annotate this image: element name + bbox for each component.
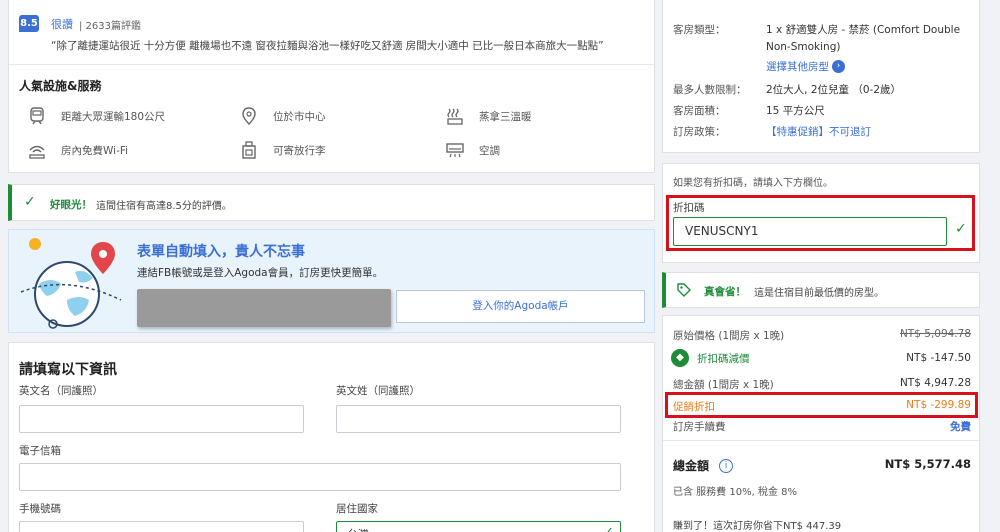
country-select[interactable]: 台灣 ✓ <box>336 521 621 532</box>
facebook-connect-button[interactable] <box>137 289 391 327</box>
globe-illustration-icon <box>20 238 122 329</box>
highlight-box <box>665 392 978 418</box>
policy-value[interactable]: 【特惠促銷】不可退訂 <box>766 124 871 139</box>
facility-label: 蒸拿三溫暖 <box>479 110 532 123</box>
review-quote: “除了離捷運站很近 十分方便 離機場也不遠 窗夜拉麵與浴池一樣好吃又舒適 房間大… <box>51 40 604 52</box>
good-eye-highlight: 好眼光！ <box>50 199 92 211</box>
best-price-banner: 真會省！ 這是住宿目前最低價的房型。 <box>662 272 980 308</box>
room-type-value: 1 x 舒適雙人房 - 禁菸 (Comfort Double Non-Smoki… <box>766 24 961 53</box>
last-name-input[interactable] <box>336 405 621 433</box>
booking-fee-label: 訂房手續費 <box>673 421 726 433</box>
max-occupancy-value: 2位大人, 2位兒童 （0-2歲） <box>766 84 902 96</box>
review-score-badge: 8.5 <box>19 15 39 32</box>
chevron-right-icon: › <box>832 60 845 73</box>
check-icon: ✓ <box>24 194 36 210</box>
other-room-link-label: 選擇其他房型 <box>766 61 829 73</box>
coupon-discount-value: NT$ -147.50 <box>906 352 971 364</box>
grand-total-value: NT$ 5,577.48 <box>884 457 971 471</box>
policy-label: 訂房政策： <box>673 126 726 138</box>
facility-label: 位於市中心 <box>273 110 326 123</box>
tag-icon: ◆ <box>671 349 689 367</box>
facility-item: 位於市中心 <box>239 106 326 126</box>
first-name-label: 英文名（同護照） <box>19 385 103 397</box>
autofill-subtitle: 連結FB帳號或是登入Agoda會員，訂房更快更簡單。 <box>137 267 384 279</box>
facility-item: 可寄放行李 <box>239 140 326 160</box>
original-price-value: NT$ 5,094.78 <box>899 328 971 340</box>
country-value: 台灣 <box>347 526 369 532</box>
form-title: 請填寫以下資訊 <box>19 362 117 378</box>
max-occupancy-label: 最多人數限制： <box>673 84 747 96</box>
booking-fee-value: 免費 <box>950 421 971 433</box>
facility-label: 可寄放行李 <box>273 144 326 157</box>
transit-icon <box>30 107 44 125</box>
subtotal-label: 總金額 (1間房 x 1晚) <box>673 379 774 391</box>
coupon-card: 如果您有折扣碼，請填入下方欄位。 折扣碼 VENUSCNY1 ✓ <box>662 163 980 263</box>
sauna-icon <box>447 108 463 125</box>
autofill-banner: 表單自動填入，貴人不忘事 連結FB帳號或是登入Agoda會員，訂房更快更簡單。 … <box>8 229 655 333</box>
facility-item: 房內免費Wi-Fi <box>27 140 128 160</box>
guest-info-form: 請填寫以下資訊 英文名（同護照） 英文姓（同護照） 電子信箱 手機號碼 居住國家… <box>8 342 655 532</box>
room-area-value: 15 平方公尺 <box>766 105 825 117</box>
first-name-input[interactable] <box>19 405 304 433</box>
savings-note: 賺到了！這次訂房你省下NT$ 447.39 <box>673 521 842 532</box>
facility-item: 蒸拿三溫暖 <box>445 106 532 126</box>
email-label: 電子信箱 <box>19 445 61 457</box>
good-eye-banner: ✓ 好眼光！ 這間住宿有高達8.5分的評價。 <box>8 184 655 221</box>
divider <box>663 440 979 441</box>
luggage-icon <box>242 141 256 159</box>
subtotal-value: NT$ 4,947.28 <box>899 377 971 389</box>
divider <box>9 64 654 65</box>
coupon-discount-row: ◆ 折扣碼減價 <box>671 349 750 367</box>
tag-icon <box>677 283 691 297</box>
info-icon[interactable]: i <box>719 458 734 473</box>
location-icon <box>242 107 256 125</box>
grand-total-row: 總金額 i <box>673 457 734 474</box>
review-score-word[interactable]: 很讚 <box>51 16 73 32</box>
other-room-link[interactable]: 選擇其他房型 › <box>766 59 845 74</box>
air-conditioner-icon <box>446 143 464 158</box>
facility-label: 空調 <box>479 144 500 157</box>
phone-input[interactable] <box>19 521 304 532</box>
autofill-title: 表單自動填入，貴人不忘事 <box>137 244 305 260</box>
facility-label: 距離大眾運輸180公尺 <box>61 110 166 123</box>
price-breakdown-card: 原始價格 (1間房 x 1晚) NT$ 5,094.78 ◆ 折扣碼減價 NT$… <box>662 315 980 532</box>
last-name-label: 英文姓（同護照） <box>336 385 420 397</box>
coupon-discount-label: 折扣碼減價 <box>697 352 750 365</box>
wifi-icon <box>29 145 45 159</box>
tax-note: 已含 服務費 10%, 稅金 8% <box>673 487 797 498</box>
room-type-label: 客房類型： <box>673 24 726 36</box>
facility-label: 房內免費Wi-Fi <box>61 144 129 157</box>
review-card: 8.5 很讚 | 2633篇評鑑 “除了離捷運站很近 十分方便 離機場也不遠 窗… <box>8 0 655 173</box>
facilities-title: 人氣設施&服務 <box>19 79 102 93</box>
phone-label: 手機號碼 <box>19 503 61 515</box>
check-icon: ✓ <box>603 525 614 532</box>
room-details-card: 客房類型： 1 x 舒適雙人房 - 禁菸 (Comfort Double Non… <box>662 0 980 153</box>
facility-item: 距離大眾運輸180公尺 <box>27 106 165 126</box>
good-eye-text: 這間住宿有高達8.5分的評價。 <box>96 201 232 212</box>
best-price-highlight: 真會省！ <box>704 286 746 298</box>
room-area-label: 客房面積： <box>673 105 726 117</box>
facility-item: 空調 <box>445 140 500 160</box>
agoda-login-button[interactable]: 登入你的Agoda帳戶 <box>396 290 645 323</box>
country-label: 居住國家 <box>336 503 378 515</box>
email-input[interactable] <box>19 463 621 491</box>
grand-total-label: 總金額 <box>673 459 710 473</box>
original-price-label: 原始價格 (1間房 x 1晚) <box>673 330 785 342</box>
highlight-box <box>666 195 975 251</box>
coupon-hint: 如果您有折扣碼，請填入下方欄位。 <box>673 178 833 189</box>
best-price-text: 這是住宿目前最低價的房型。 <box>754 288 884 299</box>
review-count: | 2633篇評鑑 <box>79 21 141 32</box>
